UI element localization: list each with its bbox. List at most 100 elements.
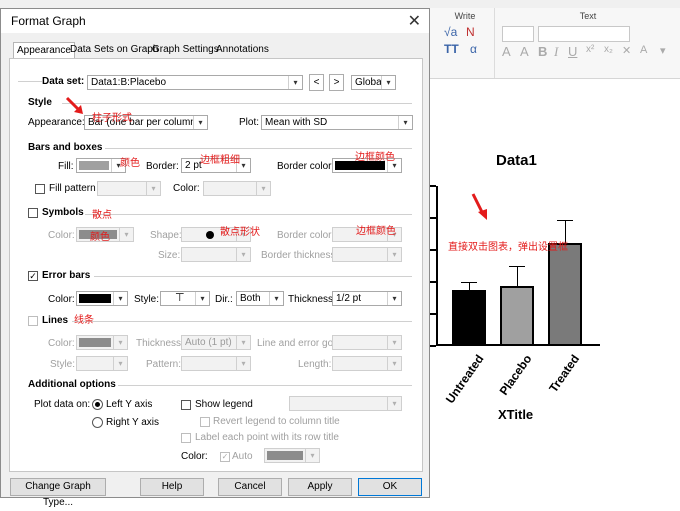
ribbon-write-group: Write √a N TT α bbox=[436, 8, 495, 78]
line-thickness-value: Auto (1 pt) bbox=[185, 337, 232, 348]
line-color-label: Color: bbox=[48, 338, 75, 349]
right-axis-radio[interactable] bbox=[92, 417, 103, 428]
chevron-down-icon: ▾ bbox=[256, 182, 270, 195]
chevron-down-icon: ▾ bbox=[387, 248, 401, 261]
prev-dataset-button[interactable]: < bbox=[309, 74, 324, 91]
font-size-dropdown[interactable] bbox=[502, 26, 534, 42]
label-each-checkbox[interactable] bbox=[181, 433, 191, 443]
sqrt-icon[interactable]: √a bbox=[444, 25, 457, 39]
tab-data-sets[interactable]: Data Sets on Graph bbox=[67, 42, 161, 58]
symbol-border-thickness-dropdown[interactable]: ▾ bbox=[332, 247, 402, 262]
symbols-checkbox[interactable] bbox=[28, 208, 38, 218]
error-style-label: Style: bbox=[134, 294, 160, 305]
chevron-down-icon: ▾ bbox=[195, 292, 209, 305]
divider bbox=[94, 276, 412, 277]
ok-button[interactable]: OK bbox=[358, 478, 422, 496]
line-color-dropdown[interactable]: ▾ bbox=[76, 335, 128, 350]
label-each-label: Label each point with its row title bbox=[195, 432, 339, 443]
revert-legend-label: Revert legend to column title bbox=[213, 416, 340, 427]
help-button[interactable]: Help bbox=[140, 478, 204, 496]
chart-title[interactable]: Data1 bbox=[496, 152, 537, 169]
superscript-icon[interactable]: x² bbox=[586, 44, 594, 55]
tab-graph-settings[interactable]: Graph Settings bbox=[149, 42, 222, 58]
font-color-icon[interactable]: A bbox=[640, 44, 647, 56]
fill-pattern-dropdown[interactable]: ▾ bbox=[97, 181, 161, 196]
text-size-icon[interactable]: TT bbox=[444, 42, 459, 56]
error-bars-checkbox[interactable]: ✓ bbox=[28, 271, 38, 281]
cancel-button[interactable]: Cancel bbox=[218, 478, 282, 496]
font-shrink-icon[interactable]: A bbox=[520, 44, 529, 59]
close-icon[interactable]: ✕ bbox=[408, 11, 421, 31]
style-heading: Style bbox=[28, 97, 52, 108]
error-style-dropdown[interactable]: ⊤ ▾ bbox=[160, 291, 210, 306]
fill-color-dropdown[interactable]: ▾ bbox=[76, 158, 126, 173]
divider bbox=[72, 321, 412, 322]
y-tick bbox=[430, 313, 436, 315]
line-pattern-dropdown[interactable]: ▾ bbox=[181, 356, 251, 371]
auto-label: Auto bbox=[232, 451, 253, 462]
highlight-icon[interactable]: ▾ bbox=[660, 44, 666, 57]
left-axis-label: Left Y axis bbox=[106, 399, 153, 410]
y-tick bbox=[430, 249, 436, 251]
x-tick-label: Placebo bbox=[496, 352, 535, 398]
change-graph-type-button[interactable]: Change Graph Type... bbox=[10, 478, 106, 508]
size-dropdown[interactable]: ▾ bbox=[181, 247, 251, 262]
line-style-dropdown[interactable]: ▾ bbox=[76, 356, 128, 371]
chevron-down-icon: ▾ bbox=[113, 292, 127, 305]
italic-icon[interactable]: I bbox=[554, 44, 558, 60]
error-color-label: Color: bbox=[48, 294, 75, 305]
error-thickness-dropdown[interactable]: 1/2 pt ▾ bbox=[332, 291, 402, 306]
bar-untreated[interactable] bbox=[452, 290, 486, 346]
tab-appearance[interactable]: Appearance bbox=[13, 42, 75, 59]
left-axis-radio[interactable] bbox=[92, 399, 103, 410]
auto-checkbox[interactable]: ✓ bbox=[220, 452, 230, 462]
line-length-dropdown[interactable]: ▾ bbox=[332, 356, 402, 371]
bar-treated[interactable] bbox=[548, 243, 582, 346]
plot-dropdown[interactable]: Mean with SD ▾ bbox=[261, 115, 413, 130]
n-icon[interactable]: N bbox=[466, 25, 475, 39]
dataset-dropdown[interactable]: Data1:B:Placebo ▾ bbox=[87, 75, 303, 90]
additional-heading: Additional options bbox=[28, 379, 116, 390]
next-dataset-button[interactable]: > bbox=[329, 74, 344, 91]
alpha-icon[interactable]: α bbox=[470, 42, 477, 56]
error-style-icon: ⊤ bbox=[175, 292, 185, 304]
revert-legend-checkbox[interactable] bbox=[200, 417, 210, 427]
scope-value: Global bbox=[355, 77, 384, 88]
chevron-down-icon: ▾ bbox=[113, 336, 127, 349]
fill-pattern-checkbox[interactable] bbox=[35, 184, 45, 194]
error-bar bbox=[516, 266, 518, 286]
chevron-down-icon: ▾ bbox=[387, 397, 401, 410]
symbol-color-label: Color: bbox=[48, 230, 75, 241]
annotation-fill-color: 颜色 bbox=[120, 158, 140, 169]
subscript-icon[interactable]: x₂ bbox=[604, 44, 613, 55]
legend-dropdown[interactable]: ▾ bbox=[289, 396, 402, 411]
x-axis-title[interactable]: XTitle bbox=[498, 407, 533, 422]
dataset-value: Data1:B:Placebo bbox=[91, 77, 167, 88]
line-thickness-dropdown[interactable]: Auto (1 pt) ▾ bbox=[181, 335, 251, 350]
bar-placebo[interactable] bbox=[500, 286, 534, 346]
border-thickness-label: Border thickness: bbox=[261, 250, 339, 261]
underline-icon[interactable]: U bbox=[568, 44, 577, 59]
divider bbox=[85, 214, 412, 215]
error-color-dropdown[interactable]: ▾ bbox=[76, 291, 128, 306]
bars-heading: Bars and boxes bbox=[28, 142, 103, 153]
scope-dropdown[interactable]: Global ▾ bbox=[351, 75, 396, 90]
line-error-dropdown[interactable]: ▾ bbox=[332, 335, 402, 350]
lines-checkbox[interactable] bbox=[28, 316, 38, 326]
pattern-color-label: Color: bbox=[173, 183, 200, 194]
show-legend-label: Show legend bbox=[195, 399, 253, 410]
chart[interactable] bbox=[430, 185, 600, 347]
font-family-dropdown[interactable] bbox=[538, 26, 630, 42]
chevron-down-icon: ▾ bbox=[381, 76, 395, 89]
dir-dropdown[interactable]: Both ▾ bbox=[236, 291, 284, 306]
pattern-color-dropdown[interactable]: ▾ bbox=[203, 181, 271, 196]
font-grow-icon[interactable]: A bbox=[502, 44, 511, 59]
bold-icon[interactable]: B bbox=[538, 44, 547, 59]
label-color-dropdown[interactable]: ▾ bbox=[264, 448, 320, 463]
dialog-titlebar: Format Graph ✕ bbox=[1, 9, 429, 33]
apply-button[interactable]: Apply bbox=[288, 478, 352, 496]
show-legend-checkbox[interactable] bbox=[181, 400, 191, 410]
error-swatch bbox=[79, 294, 111, 303]
tab-annotations[interactable]: Annotations bbox=[213, 42, 272, 58]
clear-format-icon[interactable]: ✕ bbox=[622, 44, 631, 57]
